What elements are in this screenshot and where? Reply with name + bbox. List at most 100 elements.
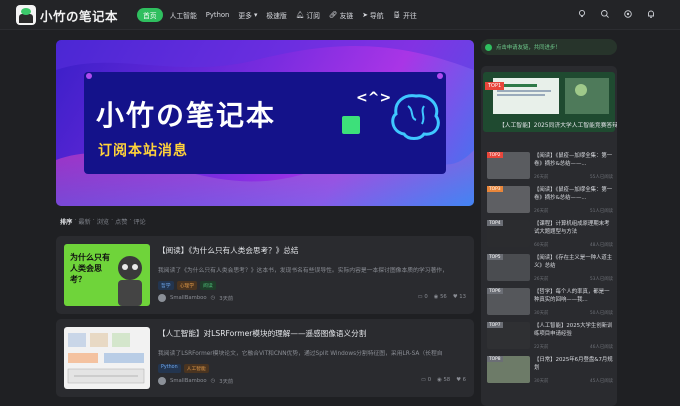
- bell-icon[interactable]: [646, 9, 656, 19]
- nav-navigation[interactable]: ➤ 导航: [362, 10, 383, 20]
- nav-home[interactable]: 首页: [137, 8, 163, 22]
- tab-views[interactable]: 浏览: [97, 217, 109, 226]
- post-excerpt: 我阅读了LSRFormer模块论文，它融合ViT和CNN优势，通过Split W…: [158, 351, 443, 357]
- nav-travel[interactable]: 🚆︎ 开往: [393, 10, 417, 20]
- post-time: 3天前: [219, 379, 234, 385]
- top-right-icons: [577, 9, 656, 19]
- rank-badge: TOP3: [487, 186, 503, 192]
- hero-banner[interactable]: 小竹の笔记本 <^> 订阅本站消息: [56, 40, 474, 206]
- post-thumbnail[interactable]: 为什么只有人类会思考？: [64, 244, 150, 306]
- post-title[interactable]: 【阅读】《为什么只有人类会思考？》总结: [158, 245, 298, 256]
- like-value: 6: [462, 377, 466, 383]
- post-time: 3天前: [219, 296, 234, 302]
- site-logo[interactable]: 小竹の笔记本: [16, 5, 118, 25]
- thumb-up-icon: ♥: [452, 294, 458, 300]
- ranking-title[interactable]: 【日常】2025年6月登盘&7月规划: [534, 357, 614, 372]
- tab-separator: ·: [92, 217, 95, 224]
- ranking-date: 26天前: [534, 175, 549, 180]
- ranking-date: 22天前: [534, 345, 549, 350]
- tag-psychology[interactable]: 心理学: [176, 281, 198, 290]
- post-thumbnail[interactable]: [64, 327, 150, 389]
- rank-badge: TOP6: [487, 288, 503, 294]
- ranking-views: 55人已阅读: [589, 175, 613, 180]
- post-card[interactable]: 为什么只有人类会思考？ 【阅读】《为什么只有人类会思考？》总结 我阅读了《为什么…: [56, 236, 474, 314]
- sort-tabs: 排序 · 最新 · 浏览 · 点赞 · 评论: [60, 217, 146, 226]
- ranking-item[interactable]: TOP5 【阅读】《存在主义是一种人道主义》总结 26天前 53人已阅读: [487, 254, 615, 284]
- chip-icon: [342, 116, 360, 134]
- nav-friends-label: 友链: [339, 12, 354, 20]
- ranking-date: 60天前: [534, 243, 549, 248]
- comment-count: ▭ 0: [421, 377, 431, 383]
- tag-ai[interactable]: 人工智能: [183, 364, 209, 373]
- clock-icon: ◷: [210, 295, 216, 301]
- view-count: ◉ 56: [434, 294, 447, 300]
- post-title[interactable]: 【人工智能】对LSRFormer模块的理解——遥感图像语义分割: [158, 328, 366, 339]
- ranking-title[interactable]: 【阅读】《存在主义是一种人道主义》总结: [534, 255, 614, 270]
- tab-separator: ·: [111, 217, 114, 224]
- rank-badge: TOP8: [487, 356, 503, 362]
- like-value: 13: [459, 294, 466, 300]
- nav-more[interactable]: 更多 ▾: [238, 10, 257, 20]
- ranking-item[interactable]: TOP2 【阅读】《鼠疫—加缪全集：第一卷》摘抄&总结——... 26天前 55…: [487, 152, 615, 182]
- rank-badge: TOP7: [487, 322, 503, 328]
- bell-icon: 🔔︎: [295, 11, 305, 19]
- light-bulb-icon[interactable]: [577, 9, 587, 19]
- avatar: [158, 377, 166, 385]
- ranking-views: 50人已阅读: [589, 311, 613, 316]
- nav-ai[interactable]: 人工智能: [170, 10, 197, 20]
- nav-friends[interactable]: 🔗︎ 友链: [329, 10, 353, 20]
- post-author[interactable]: SmallBamboo: [170, 378, 207, 384]
- tab-comments[interactable]: 评论: [133, 217, 145, 226]
- nav-subscribe-label: 订阅: [306, 12, 320, 20]
- ranking-views: 48人已阅读: [589, 243, 613, 248]
- ranking-title[interactable]: 【哲学】每个人的率真，都是一种真实的回响——我...: [534, 289, 614, 304]
- tab-latest[interactable]: 最新: [78, 217, 90, 226]
- ranking-date: 26天前: [534, 209, 549, 214]
- ranking-views: 51人已阅读: [589, 209, 613, 214]
- ranking-views: 53人已阅读: [589, 277, 613, 282]
- site-name: 小竹の笔记本: [40, 8, 119, 24]
- main-nav: 首页 人工智能 Python 更多 ▾ 极速版 🔔︎ 订阅 🔗︎ 友链 ➤ 导航 🚆︎ 开…: [137, 8, 426, 22]
- friend-link-notice[interactable]: 点击申请友链，共同进步！: [481, 39, 617, 55]
- nav-navigation-label: 导航: [369, 12, 384, 20]
- tag-reading[interactable]: 阅读: [200, 281, 216, 290]
- info-icon: [485, 43, 492, 51]
- comment-value: 0: [424, 294, 428, 300]
- banner-subtitle: 订阅本站消息: [98, 143, 188, 159]
- ranking-item[interactable]: TOP6 【哲学】每个人的率真，都是一种真实的回响——我... 30天前 50人…: [487, 288, 615, 318]
- post-author[interactable]: SmallBamboo: [170, 295, 207, 301]
- logo-avatar-icon: [16, 5, 36, 25]
- post-stats: ▭ 0 ◉ 56 ♥ 13: [418, 294, 466, 300]
- banner-title: 小竹の笔记本: [96, 99, 277, 132]
- post-meta: SmallBamboo ◷ 3天前: [158, 294, 233, 302]
- tab-separator: ·: [74, 217, 77, 224]
- rank-badge: TOP4: [487, 220, 503, 226]
- tab-likes[interactable]: 点赞: [115, 217, 127, 226]
- nav-python[interactable]: Python: [206, 11, 230, 19]
- settings-icon[interactable]: [623, 9, 633, 19]
- ranking-item[interactable]: TOP3 【阅读】《鼠疫—加缪全集：第一卷》摘抄&总结——... 26天前 51…: [487, 186, 615, 216]
- nav-lite[interactable]: 极速版: [266, 10, 286, 20]
- ranking-item[interactable]: TOP4 【课程】计算机组成原理期末考试大题题型与方法 60天前 48人已阅读: [487, 220, 615, 250]
- nav-more-label: 更多: [238, 12, 252, 20]
- ranking-item[interactable]: TOP7 【人工智能】2025大学生创新训练项目申请经验 22天前 46人已阅读: [487, 322, 615, 352]
- ranking-title[interactable]: 【阅读】《鼠疫—加缪全集：第一卷》摘抄&总结——...: [534, 153, 614, 168]
- rank-badge: TOP1: [485, 82, 505, 90]
- post-card[interactable]: 【人工智能】对LSRFormer模块的理解——遥感图像语义分割 我阅读了LSRF…: [56, 319, 474, 397]
- search-icon[interactable]: [600, 9, 610, 19]
- send-icon: ➤: [362, 11, 368, 19]
- ranking-date: 30天前: [534, 311, 549, 316]
- ranking-item[interactable]: TOP8 【日常】2025年6月登盘&7月规划 30天前 45人已阅读: [487, 356, 615, 386]
- ranking-title[interactable]: 【人工智能】2025大学生创新训练项目申请经验: [534, 323, 614, 338]
- ranking-title[interactable]: 【课程】计算机组成原理期末考试大题题型与方法: [534, 221, 614, 236]
- ranking-views: 46人已阅读: [589, 345, 613, 350]
- rank-badge: TOP5: [487, 254, 503, 260]
- tab-sort[interactable]: 排序: [60, 217, 72, 226]
- top-navbar: 小竹の笔记本 首页 人工智能 Python 更多 ▾ 极速版 🔔︎ 订阅 🔗︎ 友链 …: [0, 0, 680, 30]
- featured-title[interactable]: 【人工智能】2025同济大学人工智能竞赛答辩总结: [499, 120, 617, 129]
- tag-philosophy[interactable]: 哲学: [158, 281, 174, 290]
- ranking-title[interactable]: 【阅读】《鼠疫—加缪全集：第一卷》摘抄&总结——...: [534, 187, 614, 202]
- tag-python[interactable]: Python: [158, 364, 181, 373]
- train-icon: 🚆︎: [392, 11, 402, 19]
- nav-subscribe[interactable]: 🔔︎ 订阅: [296, 10, 320, 20]
